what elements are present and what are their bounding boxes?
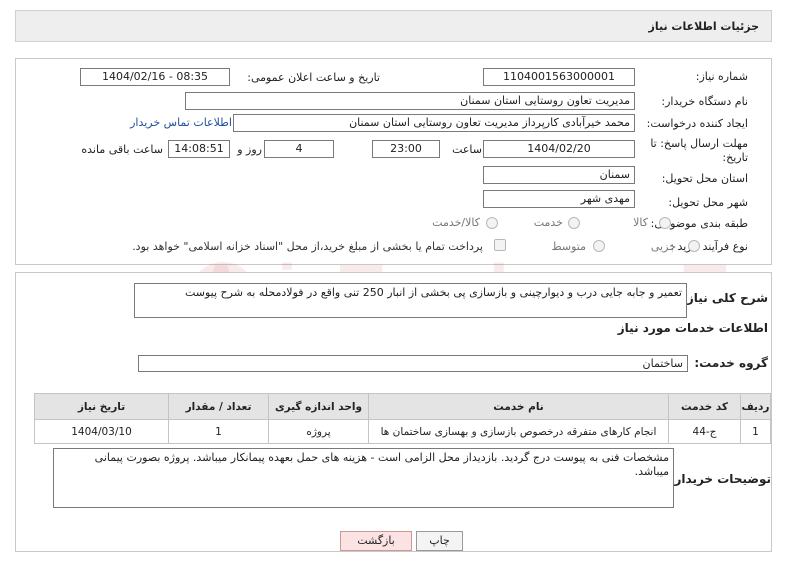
service-code-cell: ج-44 xyxy=(668,419,741,444)
days-remaining-field: 4 xyxy=(264,140,334,158)
process-minor-label: جزیی xyxy=(650,240,676,253)
page-title: جزئیات اطلاعات نیاز xyxy=(648,20,760,33)
service-group-field: ساختمان xyxy=(138,355,688,372)
deadline-date-field: 1404/02/20 xyxy=(483,140,635,158)
treasury-payment-note: پرداخت تمام یا بخشی از مبلغ خرید،از محل … xyxy=(132,240,483,253)
col-date-header: تاریخ نیاز xyxy=(34,393,169,420)
buyer-notes-textarea: مشخصات فنی به پیوست درج گردید. بازدیداز … xyxy=(53,448,674,508)
deadline-label: مهلت ارسال پاسخ: تا تاریخ: xyxy=(650,137,748,164)
buyer-org-field: مدیریت تعاون روستایی استان سمنان xyxy=(185,92,635,110)
province-field: سمنان xyxy=(483,166,635,184)
treasury-payment-checkbox[interactable] xyxy=(494,239,506,251)
need-number-label: شماره نیاز: xyxy=(695,70,748,83)
remaining-time-field: 14:08:51 xyxy=(168,140,230,158)
unit-cell: پروژه xyxy=(268,419,369,444)
table-row: 1 ج-44 انجام کارهای متفرقه درخصوص بازساز… xyxy=(34,419,771,444)
remaining-time-label: ساعت باقی مانده xyxy=(81,143,163,156)
col-row-header: ردیف xyxy=(740,393,771,420)
quantity-cell: 1 xyxy=(168,419,269,444)
category-goods-label: کالا xyxy=(633,216,648,229)
city-label: شهر محل تحویل: xyxy=(668,196,748,209)
deadline-time-label: ساعت xyxy=(452,143,482,156)
process-medium-radio[interactable] xyxy=(593,240,605,252)
col-name-header: نام خدمت xyxy=(368,393,669,420)
service-group-label: گروه خدمت: xyxy=(694,356,768,370)
process-minor-radio[interactable] xyxy=(688,240,700,252)
province-label: استان محل تحویل: xyxy=(661,172,748,185)
process-label: نوع فرآیند خرید : xyxy=(670,240,748,253)
page-header: جزئیات اطلاعات نیاز xyxy=(15,10,772,42)
deadline-time-field: 23:00 xyxy=(372,140,440,158)
services-table: ردیف کد خدمت نام خدمت واحد اندازه گیری ت… xyxy=(34,393,771,444)
category-service-radio[interactable] xyxy=(568,217,580,229)
back-button[interactable]: بازگشت xyxy=(340,531,412,551)
services-section-title: اطلاعات خدمات مورد نیاز xyxy=(617,321,768,335)
announce-date-label: تاریخ و ساعت اعلان عمومی: xyxy=(247,71,380,84)
summary-label: شرح کلی نیاز: xyxy=(682,291,768,305)
category-goods-service-label: کالا/خدمت xyxy=(432,216,480,229)
summary-textarea: تعمیر و جابه جایی درب و دیوارچینی و بازس… xyxy=(134,283,687,318)
days-label: روز و xyxy=(237,143,262,156)
announce-date-field: 1404/02/16 - 08:35 xyxy=(80,68,230,86)
service-name-cell: انجام کارهای متفرقه درخصوص بازسازی و بهس… xyxy=(368,419,669,444)
requester-field: محمد خیرآبادی کارپرداز مدیریت تعاون روست… xyxy=(233,114,635,132)
requester-label: ایجاد کننده درخواست: xyxy=(646,117,748,130)
col-qty-header: تعداد / مقدار xyxy=(168,393,269,420)
need-date-cell: 1404/03/10 xyxy=(34,419,169,444)
buyer-contact-link[interactable]: اطلاعات تماس خریدار xyxy=(130,116,232,129)
services-table-header: ردیف کد خدمت نام خدمت واحد اندازه گیری ت… xyxy=(34,393,771,420)
category-goods-service-radio[interactable] xyxy=(486,217,498,229)
process-medium-label: متوسط xyxy=(551,240,586,253)
city-field: مهدی شهر xyxy=(483,190,635,208)
category-service-label: خدمت xyxy=(533,216,563,229)
col-code-header: کد خدمت xyxy=(668,393,741,420)
col-unit-header: واحد اندازه گیری xyxy=(268,393,369,420)
print-button[interactable]: چاپ xyxy=(416,531,463,551)
buyer-notes-label: توضیحات خریدار: xyxy=(669,472,771,486)
need-number-field: 1104001563000001 xyxy=(483,68,635,86)
buyer-org-label: نام دستگاه خریدار: xyxy=(661,95,748,108)
row-number-cell: 1 xyxy=(740,419,771,444)
category-goods-radio[interactable] xyxy=(659,217,671,229)
